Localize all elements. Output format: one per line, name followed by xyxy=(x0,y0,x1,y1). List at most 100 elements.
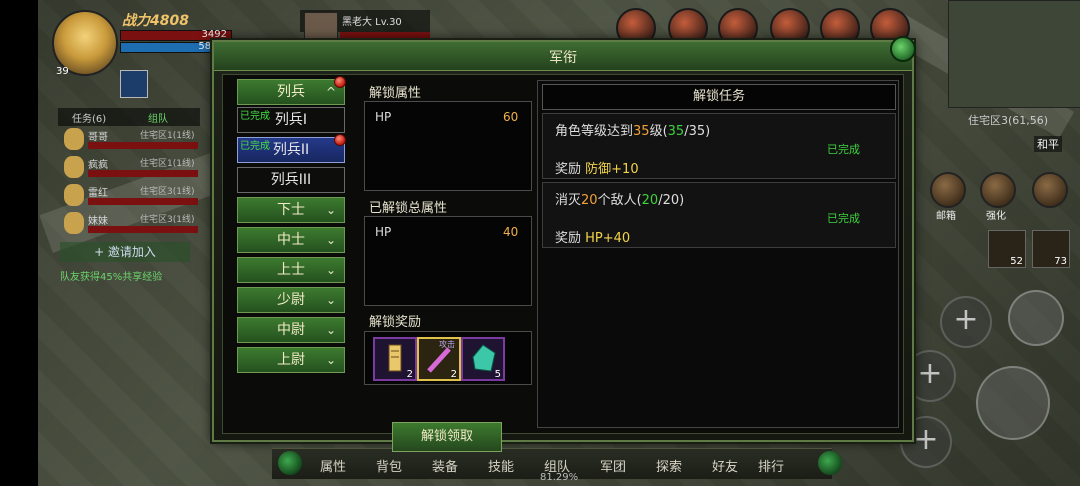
total-attr-box: HP 40 xyxy=(364,216,532,306)
member-hp-bar xyxy=(88,170,198,177)
player-level: 39 xyxy=(56,66,69,77)
scroll-item-icon[interactable]: 2 xyxy=(373,337,417,381)
rank-sub-label: 列兵II xyxy=(272,142,310,158)
quick-item-slot[interactable]: 52 xyxy=(988,230,1026,268)
tasks-header: 解锁任务 xyxy=(542,84,896,110)
member-avatar xyxy=(64,156,84,178)
party-member[interactable]: 雷红 住宅区3(1线) xyxy=(58,184,198,210)
task-card: 消灭20个敌人(20/20) 已完成 奖励 HP+40 xyxy=(542,182,896,248)
mail-label: 邮箱 xyxy=(936,211,956,222)
skill-cooldown-button[interactable] xyxy=(1008,290,1064,346)
reward-label: 解锁奖励 xyxy=(369,315,422,330)
party-member[interactable]: 疯疯 住宅区1(1线) xyxy=(58,156,198,182)
member-hp-bar xyxy=(88,198,198,205)
task-desc-prefix: 消灭 xyxy=(555,193,582,208)
member-location: 住宅区1(1线) xyxy=(140,159,195,169)
completed-tag: 已完成 xyxy=(240,111,270,122)
rank-sub-item-selected[interactable]: 已完成 列兵II xyxy=(237,134,346,163)
enhance-icon[interactable] xyxy=(980,172,1016,208)
rank-group-captain[interactable]: 上尉 ⌄ xyxy=(237,347,345,373)
menu-ranking[interactable]: 排行 xyxy=(758,456,784,475)
unlock-tasks-panel: 解锁任务 角色等级达到35级(35/35) 已完成 奖励 防御+10 消灭20个… xyxy=(537,80,899,428)
minimap[interactable] xyxy=(948,0,1080,108)
potion-item-icon[interactable]: 攻击 2 xyxy=(417,337,461,381)
rank-sub-item[interactable]: 列兵III xyxy=(237,167,345,193)
task-description: 角色等级达到35级(35/35) xyxy=(555,120,710,139)
task-reward-value: HP+40 xyxy=(585,231,631,246)
close-icon[interactable] xyxy=(890,36,916,62)
rank-group-sergeant[interactable]: 中士 ⌄ xyxy=(237,227,345,253)
member-name: 雷红 xyxy=(88,188,108,199)
menu-skills[interactable]: 技能 xyxy=(488,456,514,475)
reward-count: 2 xyxy=(406,369,413,380)
mail-icon[interactable] xyxy=(930,172,966,208)
dialog-title: 军衔 xyxy=(549,50,577,66)
invite-button[interactable]: + 邀请加入 xyxy=(60,242,190,262)
notification-dot-icon xyxy=(334,76,346,88)
task-progress-total: /20) xyxy=(658,193,685,208)
rank-group-first-lieutenant[interactable]: 中尉 ⌄ xyxy=(237,317,345,343)
unlock-claim-button[interactable]: 解锁领取 xyxy=(392,422,502,452)
enhance-label: 强化 xyxy=(986,211,1006,222)
gem-item-icon[interactable]: 5 xyxy=(461,337,505,381)
rank-sub-item[interactable]: 已完成 列兵I xyxy=(237,107,345,133)
menu-attributes[interactable]: 属性 xyxy=(320,456,346,475)
task-target: 20 xyxy=(581,193,598,208)
rank-group-staff-sergeant[interactable]: 上士 ⌄ xyxy=(237,257,345,283)
member-hp-bar xyxy=(88,142,198,149)
task-progress: 20 xyxy=(641,193,659,208)
target-hp-bar xyxy=(340,32,430,40)
rank-group-label: 上尉 xyxy=(277,352,305,368)
chevron-down-icon: ⌄ xyxy=(325,233,336,247)
task-reward: 奖励 HP+40 xyxy=(555,227,630,246)
task-desc-suffix: 级( xyxy=(649,124,668,139)
unlock-attr-box: HP 60 xyxy=(364,101,532,191)
target-name: 黑老大 Lv.30 xyxy=(342,17,402,28)
rank-group-label: 列兵 xyxy=(277,84,305,100)
party-member[interactable]: 妹妹 住宅区3(1线) xyxy=(58,212,198,238)
rank-sub-label: 列兵I xyxy=(274,112,308,128)
notification-dot-icon xyxy=(334,134,346,146)
rank-group-second-lieutenant[interactable]: 少尉 ⌄ xyxy=(237,287,345,313)
tab-team[interactable]: 组队 xyxy=(148,110,168,125)
combat-power: 战力4808 xyxy=(122,13,189,29)
unlock-attr-label: 解锁属性 xyxy=(369,86,422,101)
menu-legion[interactable]: 军团 xyxy=(600,456,626,475)
share-exp-tip: 队友获得45%共享经验 xyxy=(60,272,163,283)
attack-button[interactable] xyxy=(976,366,1050,440)
chevron-down-icon: ⌄ xyxy=(325,203,336,217)
menu-explore[interactable]: 探索 xyxy=(656,456,682,475)
rank-group-label: 下士 xyxy=(277,202,305,218)
member-location: 住宅区3(1线) xyxy=(140,215,195,225)
task-desc-prefix: 角色等级达到 xyxy=(555,124,634,139)
menu-equipment[interactable]: 装备 xyxy=(432,456,458,475)
chevron-down-icon: ⌄ xyxy=(325,263,336,277)
expand-menu-icon[interactable] xyxy=(1032,172,1068,208)
task-progress: 35 xyxy=(667,124,685,139)
quick-item-slot[interactable]: 73 xyxy=(1032,230,1070,268)
member-name: 哥哥 xyxy=(88,132,108,143)
task-status: 已完成 xyxy=(827,143,860,156)
rank-group-private[interactable]: 列兵 ^ xyxy=(237,76,346,105)
member-name: 疯疯 xyxy=(88,160,108,171)
map-location: 住宅区3(61,56) xyxy=(968,114,1049,127)
item-count: 73 xyxy=(1054,256,1067,267)
screen-edge xyxy=(0,0,38,486)
menu-orb-icon xyxy=(278,451,302,475)
item-count: 52 xyxy=(1010,256,1023,267)
tab-tasks[interactable]: 任务(6) xyxy=(72,110,106,125)
member-location: 住宅区3(1线) xyxy=(140,187,195,197)
rank-group-corporal[interactable]: 下士 ⌄ xyxy=(237,197,345,223)
menu-friends[interactable]: 好友 xyxy=(712,456,738,475)
task-description: 消灭20个敌人(20/20) xyxy=(555,189,684,208)
member-avatar xyxy=(64,184,84,206)
party-member[interactable]: 哥哥 住宅区1(1线) xyxy=(58,128,198,154)
rank-group-label: 中士 xyxy=(277,232,305,248)
menu-bag[interactable]: 背包 xyxy=(376,456,402,475)
pk-mode-toggle[interactable]: 和平 xyxy=(1034,136,1062,152)
buff-icon[interactable] xyxy=(120,70,148,98)
member-hp-bar xyxy=(88,226,198,233)
total-attr-label: 已解锁总属性 xyxy=(369,201,448,216)
skill-slot-empty[interactable]: + xyxy=(940,296,992,348)
task-card: 角色等级达到35级(35/35) 已完成 奖励 防御+10 xyxy=(542,113,896,179)
